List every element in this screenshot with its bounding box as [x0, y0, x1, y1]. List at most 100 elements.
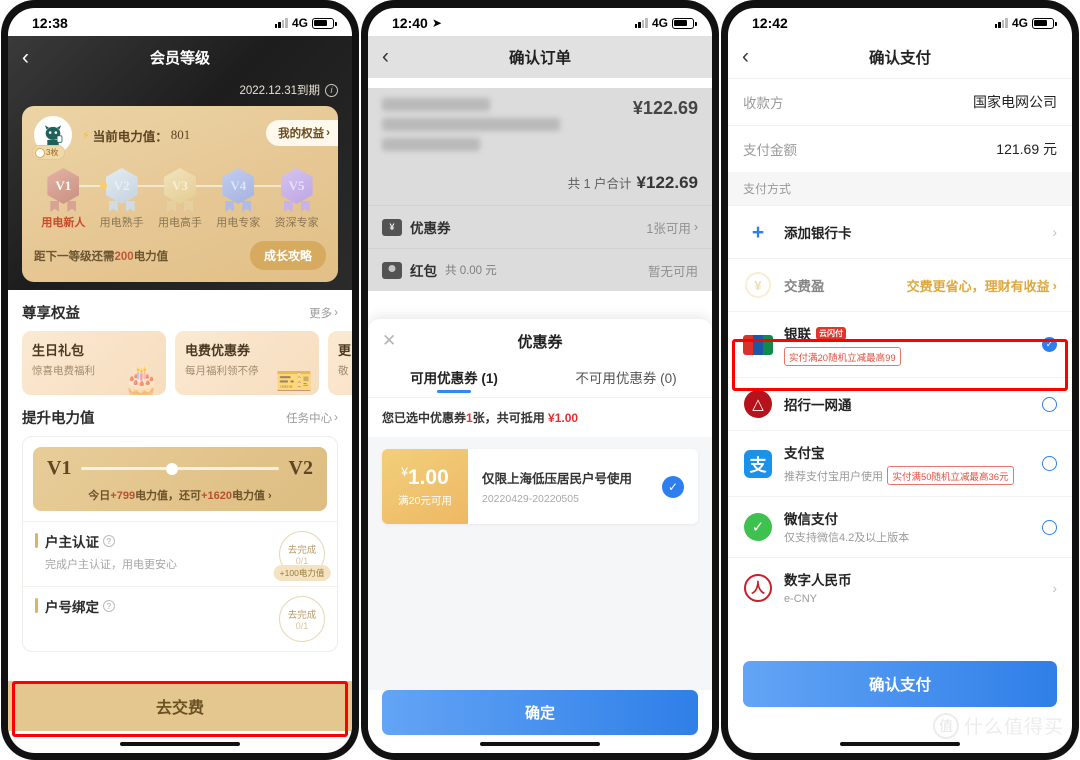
membership-hero: ‹ 会员等级 2022.12.31到期 i 3枚 ⚡ 当前电力值： 801 我的…	[8, 36, 352, 290]
dimmed-order-page: ‹ 确认订单 ¥122.69 共 1 户合计 ¥122.69 ¥ 优惠券 1张可…	[368, 36, 712, 291]
ribbon-icon	[108, 201, 135, 212]
level-progress-slider[interactable]: V1 V2 今日+799电力值，还可+1620电力值 ›	[33, 447, 327, 511]
yen-coin-icon: ¥	[743, 270, 773, 300]
task-progress: 0/1	[295, 621, 309, 631]
level-item-v5[interactable]: V5 资深专家	[269, 168, 324, 230]
phone-2-order-confirm: 12:40 ➤ 4G ‹ 确认订单 ¥122.69 共 1 户合计 ¥122.6…	[361, 0, 719, 760]
cake-icon: 🎂	[122, 365, 160, 395]
confirm-button[interactable]: 确定	[382, 690, 698, 735]
status-time: 12:40	[392, 15, 428, 31]
level-item-v3[interactable]: V3 用电高手	[153, 168, 208, 230]
my-rights-button[interactable]: 我的权益 ›	[266, 120, 338, 146]
jiaofeiying-link-label: 交费更省心，理财有收益	[906, 278, 1050, 294]
status-time-group: 12:42	[752, 15, 788, 31]
payee-label: 收款方	[743, 96, 784, 111]
redpacket-icon	[382, 261, 402, 279]
level-item-v1[interactable]: V1 用电新人	[36, 168, 91, 230]
growth-guide-button[interactable]: 成长攻略	[249, 241, 326, 270]
status-time: 12:42	[752, 15, 788, 31]
payment-method-wechat[interactable]: ✓ 微信支付 仅支持微信4.2及以上版本	[728, 496, 1072, 557]
chevron-left-icon[interactable]: ‹	[22, 47, 29, 68]
benefit-title: 生日礼包	[32, 343, 85, 358]
slider-subtext[interactable]: 今日+799电力值，还可+1620电力值 ›	[47, 487, 313, 503]
help-icon[interactable]: ?	[103, 600, 115, 612]
payment-method-cmb[interactable]: △ 招行一网通	[728, 377, 1072, 430]
help-icon[interactable]: ?	[103, 535, 115, 547]
level-item-v2[interactable]: V2 用电熟手	[94, 168, 149, 230]
slider-knob[interactable]	[166, 462, 179, 475]
amount-label: 支付金额	[743, 143, 797, 158]
coupon-row[interactable]: ¥ 优惠券 1张可用 ›	[368, 205, 712, 248]
radio-selected-icon[interactable]: ✓	[1042, 337, 1057, 352]
order-amount: ¥122.69	[632, 98, 698, 118]
home-indicator	[120, 742, 240, 746]
radio-icon[interactable]	[1042, 396, 1057, 412]
need-prefix: 距下一等级还需	[34, 250, 115, 263]
battery-icon	[1032, 17, 1057, 29]
add-bank-card-label: 添加银行卡	[784, 226, 852, 241]
task-row[interactable]: 户主认证 ? 完成户主认证，用电更安心 去完成 0/1 +100电力值	[23, 521, 337, 586]
selection-note: 您已选中优惠券1张，共可抵用 ¥1.00	[368, 397, 712, 437]
task-accent-bar	[35, 598, 38, 613]
power-line: ⚡ 当前电力值： 801	[82, 126, 190, 145]
task-title-row: 户主认证 ?	[45, 531, 177, 551]
card-top-row: 3枚 ⚡ 当前电力值： 801 我的权益 ›	[32, 116, 338, 160]
benefits-more-link[interactable]: 更多 ›	[309, 305, 338, 321]
coupon-currency: ¥	[401, 465, 408, 479]
payment-method-ecny[interactable]: 人 数字人民币 e-CNY ›	[728, 557, 1072, 618]
info-icon[interactable]: i	[325, 83, 338, 97]
redpacket-row[interactable]: 红包 共 0.00 元 暂无可用	[368, 248, 712, 291]
level-badge-wrap: V3	[153, 168, 208, 212]
card-bottom-row: 距下一等级还需200电力值 成长攻略	[34, 241, 326, 270]
need-value: 200	[114, 250, 134, 263]
level-item-v4[interactable]: V4 用电专家	[211, 168, 266, 230]
payment-method-alipay[interactable]: 支 支付宝 推荐支付宝用户使用 实付满50随机立减最高36元	[728, 430, 1072, 496]
benefit-card[interactable]: 生日礼包 惊喜电费福利 🎂	[22, 331, 166, 395]
sheet-title: 优惠券	[517, 333, 563, 351]
order-summary-card: ¥122.69 共 1 户合计 ¥122.69	[368, 88, 712, 205]
cmb-icon: △	[743, 389, 773, 419]
confirm-payment-button[interactable]: 确认支付	[743, 661, 1057, 707]
benefit-card[interactable]: 电费优惠券 每月福利领不停 🎫	[175, 331, 319, 395]
coupon-texts: 仅限上海低压居民户号使用 20220429-20220505	[482, 468, 632, 505]
slider-track[interactable]	[81, 462, 279, 475]
watermark-logo: 值	[932, 712, 959, 739]
coupon-tabs: 可用优惠券 (1) 不可用优惠券 (0)	[368, 363, 712, 397]
check-icon[interactable]: ✓	[662, 475, 684, 498]
section-title: 提升电力值	[22, 411, 95, 427]
coupon-valid-date: 20220429-20220505	[482, 493, 579, 505]
unionpay-promo-badge: 实付满20随机立减最高99	[784, 347, 901, 366]
radio-icon[interactable]	[1042, 456, 1057, 471]
task-row[interactable]: 户号绑定 ? 去完成 0/1	[23, 586, 337, 651]
benefits-card-list[interactable]: 生日礼包 惊喜电费福利 🎂 电费优惠券 每月福利领不停 🎫 更 敬	[8, 331, 352, 395]
radio-icon[interactable]	[1042, 519, 1057, 535]
payment-method-unionpay[interactable]: 银联 云闪付 实付满20随机立减最高99 ✓	[728, 311, 1072, 377]
task-action[interactable]: 去完成 0/1	[279, 596, 325, 642]
today-mid: 电力值，还可	[135, 490, 202, 502]
benefit-card[interactable]: 更 敬	[328, 331, 352, 395]
close-icon[interactable]: ✕	[382, 331, 396, 351]
unionpay-icon	[743, 330, 773, 360]
network-label: 4G	[1011, 16, 1028, 30]
signal-icon	[634, 18, 648, 28]
jiaofeiying-link[interactable]: 交费更省心，理财有收益 ›	[907, 276, 1057, 295]
jiaofeiying-row[interactable]: ¥ 交费盈 交费更省心，理财有收益 ›	[728, 258, 1072, 311]
coupon-item[interactable]: ¥1.00 满20元可用 仅限上海低压居民户号使用 20220429-20220…	[382, 449, 698, 524]
task-action[interactable]: 去完成 0/1 +100电力值	[273, 531, 331, 581]
status-time-group: 12:38	[32, 15, 68, 31]
add-bank-card-row[interactable]: + 添加银行卡 ›	[728, 205, 1072, 258]
slider-from-label: V1	[47, 457, 72, 479]
phone-3-screen: 12:42 4G ‹ 确认支付 收款方 国家电网公司 支付金额 121.69 元	[728, 8, 1072, 753]
coupon-list: ¥1.00 满20元可用 仅限上海低压居民户号使用 20220429-20220…	[368, 437, 712, 690]
task-center-link[interactable]: 任务中心 ›	[286, 410, 338, 426]
next-level-requirement: 距下一等级还需200电力值	[34, 248, 168, 264]
tab-available-coupons[interactable]: 可用优惠券 (1)	[368, 363, 540, 397]
level-hex-badge: V3	[163, 168, 196, 204]
coupon-detail-block: 仅限上海低压居民户号使用 20220429-20220505 ✓	[468, 449, 698, 524]
task-action-ring[interactable]: 去完成 0/1	[279, 596, 325, 642]
go-pay-button[interactable]: 去交费	[8, 681, 352, 731]
wechat-texts: 微信支付 仅支持微信4.2及以上版本	[784, 508, 1031, 546]
network-label: 4G	[291, 16, 308, 30]
tab-unavailable-coupons[interactable]: 不可用优惠券 (0)	[540, 363, 712, 397]
watermark: 值 什么值得买	[932, 712, 1064, 739]
